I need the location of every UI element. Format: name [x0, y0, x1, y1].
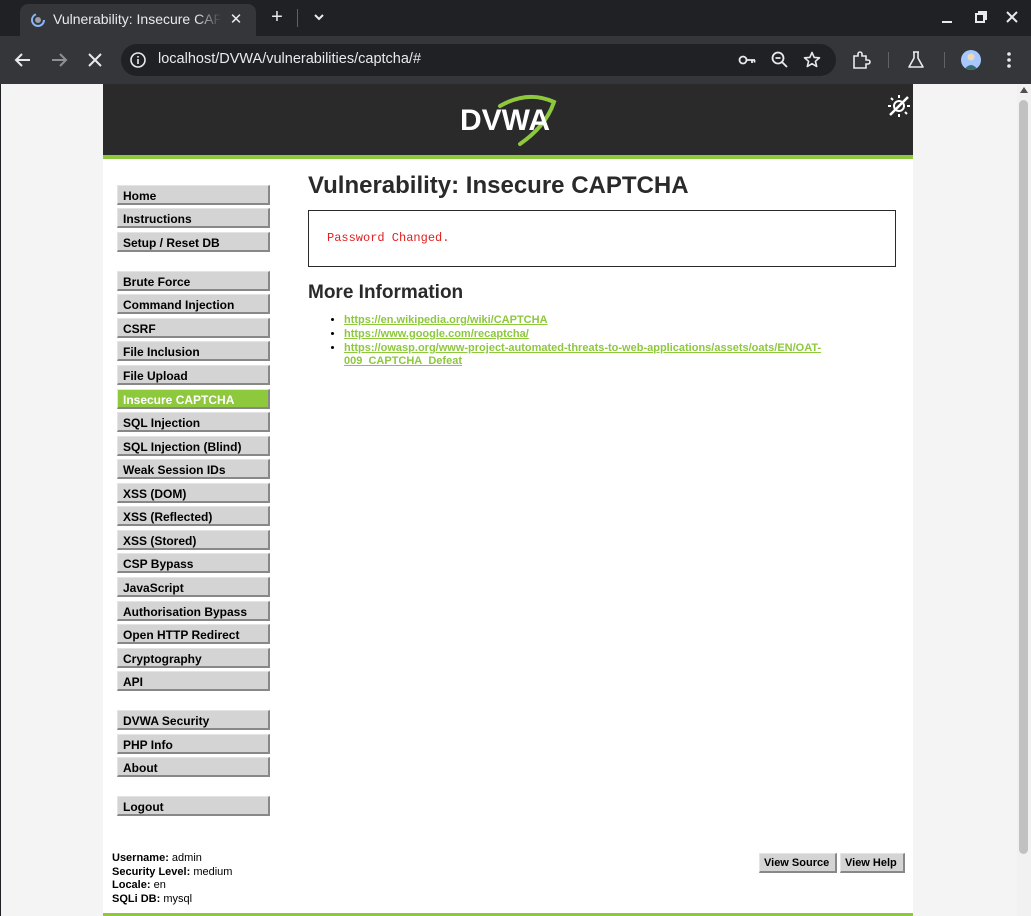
sqli-db-line: SQLi DB: mysql	[112, 893, 232, 907]
list-item: https://www.google.com/recaptcha/	[344, 328, 864, 341]
menu-item-instructions[interactable]: Instructions	[117, 208, 270, 228]
menu-item-brute-force[interactable]: Brute Force	[117, 271, 270, 291]
menu-item-csrf[interactable]: CSRF	[117, 318, 270, 338]
profile-avatar-icon	[964, 53, 978, 70]
dvwa-logo[interactable]: DVWA	[458, 92, 558, 150]
restore-icon[interactable]	[968, 6, 992, 28]
address-bar[interactable]: localhost/DVWA/vulnerabilities/captcha/#	[121, 44, 836, 76]
page-title: Vulnerability: Insecure CAPTCHA	[308, 172, 689, 199]
menu-item-xss-dom[interactable]: XSS (DOM)	[117, 483, 270, 503]
menu-item-sql-injection-blind[interactable]: SQL Injection (Blind)	[117, 436, 270, 456]
page-viewport: DVWA Home Instructions Setup / Reset DB …	[1, 84, 1031, 916]
extensions-puzzle-icon[interactable]	[850, 49, 872, 71]
status-message: Password Changed.	[327, 231, 450, 245]
stop-loading-icon[interactable]	[83, 48, 107, 72]
locale-value: en	[153, 879, 166, 891]
vulnerable-code-area: Password Changed.	[308, 210, 896, 267]
menu-item-insecure-captcha[interactable]: Insecure CAPTCHA	[117, 389, 270, 409]
page-container: DVWA Home Instructions Setup / Reset DB …	[103, 84, 913, 916]
security-level-line: Security Level: medium	[112, 866, 232, 880]
menu-item-cryptography[interactable]: Cryptography	[117, 648, 270, 668]
more-info-heading: More Information	[308, 282, 464, 303]
close-window-icon[interactable]	[1000, 6, 1024, 28]
bookmark-star-icon[interactable]	[802, 50, 822, 70]
toolbar-separator	[944, 52, 945, 68]
scroll-up-arrow-icon[interactable]	[1020, 87, 1028, 93]
link-google-recaptcha[interactable]: https://www.google.com/recaptcha/	[344, 328, 529, 340]
tab-separator	[297, 9, 298, 27]
menu-item-sql-injection[interactable]: SQL Injection	[117, 412, 270, 432]
security-level-value: medium	[193, 865, 233, 878]
new-tab-icon[interactable]: +	[266, 7, 288, 29]
security-level-label: Security Level:	[112, 865, 191, 878]
menu-item-file-upload[interactable]: File Upload	[117, 365, 270, 385]
menu-item-about[interactable]: About	[117, 757, 270, 777]
link-wikipedia-captcha[interactable]: https://en.wikipedia.org/wiki/CAPTCHA	[344, 314, 548, 326]
list-item: https://en.wikipedia.org/wiki/CAPTCHA	[344, 314, 864, 327]
list-item: https://owasp.org/www-project-automated-…	[344, 342, 864, 368]
locale-label: Locale:	[112, 879, 151, 891]
sqli-db-value: mysql	[163, 892, 193, 905]
menu-item-csp-bypass[interactable]: CSP Bypass	[117, 553, 270, 573]
menu-item-weak-session-ids[interactable]: Weak Session IDs	[117, 459, 270, 479]
tab-title: Vulnerability: Insecure CAPTCHA :: Damn …	[53, 11, 221, 27]
menu-item-javascript[interactable]: JavaScript	[117, 577, 270, 597]
username-value: admin	[171, 852, 202, 864]
site-info-icon[interactable]	[129, 51, 147, 69]
username-label: Username:	[112, 852, 169, 864]
menu-item-xss-stored[interactable]: XSS (Stored)	[117, 530, 270, 550]
close-tab-icon[interactable]: ✕	[226, 10, 246, 30]
menu-item-open-http-redirect[interactable]: Open HTTP Redirect	[117, 624, 270, 644]
scrollbar-thumb[interactable]	[1019, 100, 1028, 854]
more-menu-icon[interactable]	[998, 49, 1020, 71]
page-header: DVWA	[103, 84, 913, 159]
browser-toolbar: localhost/DVWA/vulnerabilities/captcha/#	[0, 36, 1031, 84]
user-info: Username: admin Security Level: medium L…	[112, 852, 232, 906]
forward-arrow-icon[interactable]	[47, 48, 71, 72]
menu-item-php-info[interactable]: PHP Info	[117, 734, 270, 754]
menu-item-api[interactable]: API	[117, 671, 270, 691]
view-source-button[interactable]: View Source	[759, 853, 837, 873]
minimize-icon[interactable]	[935, 6, 959, 28]
view-help-button[interactable]: View Help	[840, 853, 905, 873]
theme-toggle-icon[interactable]	[887, 94, 911, 118]
menu-item-xss-reflected[interactable]: XSS (Reflected)	[117, 506, 270, 526]
key-icon[interactable]	[737, 50, 757, 70]
browser-tabstrip: Vulnerability: Insecure CAPTCHA :: Damn …	[0, 0, 1031, 36]
menu-item-logout[interactable]: Logout	[117, 796, 270, 816]
sqli-db-label: SQLi DB:	[112, 892, 161, 905]
menu-item-setup-reset-db[interactable]: Setup / Reset DB	[117, 232, 270, 252]
menu-item-home[interactable]: Home	[117, 185, 270, 205]
toolbar-separator	[888, 52, 889, 68]
menu-item-command-injection[interactable]: Command Injection	[117, 294, 270, 314]
vertical-scrollbar[interactable]	[1017, 84, 1031, 916]
labs-flask-icon[interactable]	[905, 49, 927, 71]
more-info-links: https://en.wikipedia.org/wiki/CAPTCHA ht…	[344, 314, 864, 369]
link-owasp-oat-009[interactable]: https://owasp.org/www-project-automated-…	[344, 342, 821, 367]
username-line: Username: admin	[112, 852, 232, 866]
url-text[interactable]: localhost/DVWA/vulnerabilities/captcha/#	[158, 51, 421, 67]
profile-avatar[interactable]	[961, 50, 981, 70]
loading-favicon-icon	[31, 13, 45, 27]
back-arrow-icon[interactable]	[11, 48, 35, 72]
chevron-down-icon[interactable]	[309, 7, 329, 27]
zoom-icon[interactable]	[770, 50, 790, 70]
browser-tab[interactable]: Vulnerability: Insecure CAPTCHA :: Damn …	[20, 4, 256, 36]
menu-item-authorisation-bypass[interactable]: Authorisation Bypass	[117, 601, 270, 621]
menu-item-file-inclusion[interactable]: File Inclusion	[117, 341, 270, 361]
locale-line: Locale: en	[112, 879, 232, 893]
svg-text:DVWA: DVWA	[460, 104, 550, 137]
menu-item-dvwa-security[interactable]: DVWA Security	[117, 710, 270, 730]
